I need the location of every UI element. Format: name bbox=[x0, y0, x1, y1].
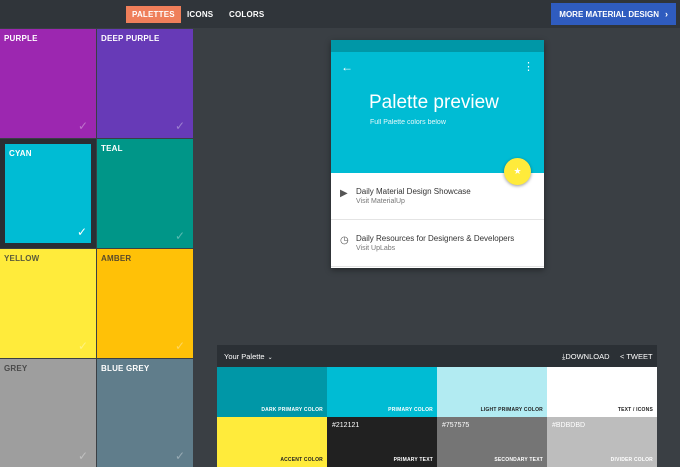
palette-cell-label: PRIMARY TEXT bbox=[393, 457, 433, 463]
swatch-label: BLUE GREY bbox=[101, 364, 150, 373]
palette-dropdown[interactable]: Your Palette ⌄ bbox=[224, 352, 273, 361]
palette-cell-dark-primary[interactable]: DARK PRIMARY COLOR bbox=[217, 367, 327, 417]
tab-colors[interactable]: COLORS bbox=[229, 6, 264, 23]
palette-cell-value: #BDBDBD bbox=[552, 422, 586, 429]
swatch-cyan[interactable]: CYAN ✓ bbox=[0, 139, 96, 248]
preview-subtitle: Full Palette colors below bbox=[370, 119, 446, 126]
palette-cell-label: LIGHT PRIMARY COLOR bbox=[480, 407, 543, 413]
swatch-label: CYAN bbox=[9, 149, 32, 158]
palette-cell-accent[interactable]: ACCENT COLOR bbox=[217, 417, 327, 467]
check-icon: ✓ bbox=[77, 119, 88, 133]
more-material-design-button[interactable]: MORE MATERIAL DESIGN › bbox=[551, 3, 676, 25]
palette-cell-text-icons[interactable]: TEXT / ICONS bbox=[547, 367, 657, 417]
palette-cell-primary[interactable]: PRIMARY COLOR bbox=[327, 367, 437, 417]
color-swatch-grid: PURPLE ✓ DEEP PURPLE ✓ CYAN ✓ TEAL ✓ YEL… bbox=[0, 29, 193, 467]
your-palette-panel: Your Palette ⌄ ⤓DOWNLOAD < TWEET DARK PRI… bbox=[217, 345, 657, 467]
swatch-label: TEAL bbox=[101, 144, 123, 153]
palette-cell-label: DIVIDER COLOR bbox=[610, 457, 653, 463]
check-icon: ✓ bbox=[77, 449, 88, 463]
check-icon: ✓ bbox=[174, 119, 185, 133]
palette-cell-label: PRIMARY COLOR bbox=[388, 407, 433, 413]
palette-preview-card: ← ⋮ Palette preview Full Palette colors … bbox=[331, 40, 544, 268]
download-label: DOWNLOAD bbox=[565, 352, 610, 361]
palette-cell-light-primary[interactable]: LIGHT PRIMARY COLOR bbox=[437, 367, 547, 417]
swatch-label: DEEP PURPLE bbox=[101, 34, 160, 43]
tweet-label: TWEET bbox=[626, 352, 653, 361]
palette-cell-label: DARK PRIMARY COLOR bbox=[261, 407, 323, 413]
palette-cell-label: ACCENT COLOR bbox=[280, 457, 323, 463]
swatch-teal[interactable]: TEAL ✓ bbox=[97, 139, 193, 248]
swatch-label: AMBER bbox=[101, 254, 132, 263]
tweet-button[interactable]: < TWEET bbox=[620, 352, 653, 361]
app-bar: ← ⋮ Palette preview Full Palette colors … bbox=[331, 52, 544, 185]
check-icon: ✓ bbox=[174, 449, 185, 463]
swatch-label: GREY bbox=[4, 364, 28, 373]
swatch-purple[interactable]: PURPLE ✓ bbox=[0, 29, 96, 138]
clock-icon: ◷ bbox=[340, 235, 349, 246]
palette-cell-value: #212121 bbox=[332, 422, 360, 429]
check-icon: ✓ bbox=[76, 225, 87, 239]
tab-icons[interactable]: ICONS bbox=[187, 6, 213, 23]
swatch-blue-grey[interactable]: BLUE GREY ✓ bbox=[97, 359, 193, 467]
swatch-deep-purple[interactable]: DEEP PURPLE ✓ bbox=[97, 29, 193, 138]
check-icon: ✓ bbox=[174, 339, 185, 353]
swatch-yellow[interactable]: YELLOW ✓ bbox=[0, 249, 96, 358]
palette-cell-divider[interactable]: #BDBDBD DIVIDER COLOR bbox=[547, 417, 657, 467]
list-item-subtitle: Visit UpLabs bbox=[356, 245, 396, 252]
list-item-subtitle: Visit MaterialUp bbox=[356, 198, 405, 205]
check-icon: ✓ bbox=[174, 229, 185, 243]
palette-cell-label: SECONDARY TEXT bbox=[494, 457, 543, 463]
check-icon: ✓ bbox=[77, 339, 88, 353]
share-icon: < bbox=[620, 352, 625, 361]
list-item[interactable]: ◷ Daily Resources for Designers & Develo… bbox=[331, 220, 544, 267]
label-icon: ▶ bbox=[340, 188, 348, 199]
arrow-back-icon[interactable]: ← bbox=[341, 60, 353, 74]
top-nav-bar: PALETTES ICONS COLORS MORE MATERIAL DESI… bbox=[0, 0, 680, 28]
chevron-down-icon: ⌄ bbox=[267, 355, 273, 361]
download-button[interactable]: ⤓DOWNLOAD bbox=[562, 352, 610, 362]
swatch-label: YELLOW bbox=[4, 254, 40, 263]
swatch-grey[interactable]: GREY ✓ bbox=[0, 359, 96, 467]
palette-cell-primary-text[interactable]: #212121 PRIMARY TEXT bbox=[327, 417, 437, 467]
swatch-label: PURPLE bbox=[4, 34, 38, 43]
palette-cell-label: TEXT / ICONS bbox=[617, 407, 653, 413]
status-bar bbox=[331, 40, 544, 52]
palette-title: Your Palette bbox=[224, 352, 265, 361]
more-material-design-label: MORE MATERIAL DESIGN bbox=[559, 9, 659, 19]
palette-header: Your Palette ⌄ ⤓DOWNLOAD < TWEET bbox=[217, 345, 657, 367]
list-item-title: Daily Material Design Showcase bbox=[356, 187, 471, 196]
swatch-amber[interactable]: AMBER ✓ bbox=[97, 249, 193, 358]
more-vert-icon[interactable]: ⋮ bbox=[523, 60, 534, 73]
list-item-title: Daily Resources for Designers & Develope… bbox=[356, 234, 515, 243]
palette-cell-secondary-text[interactable]: #757575 SECONDARY TEXT bbox=[437, 417, 547, 467]
tab-palettes[interactable]: PALETTES bbox=[126, 6, 181, 23]
palette-cell-value: #757575 bbox=[442, 422, 470, 429]
list-item[interactable]: ▶ Daily Material Design Showcase Visit M… bbox=[331, 173, 544, 220]
preview-title: Palette preview bbox=[369, 92, 499, 113]
chevron-right-icon: › bbox=[665, 9, 668, 19]
